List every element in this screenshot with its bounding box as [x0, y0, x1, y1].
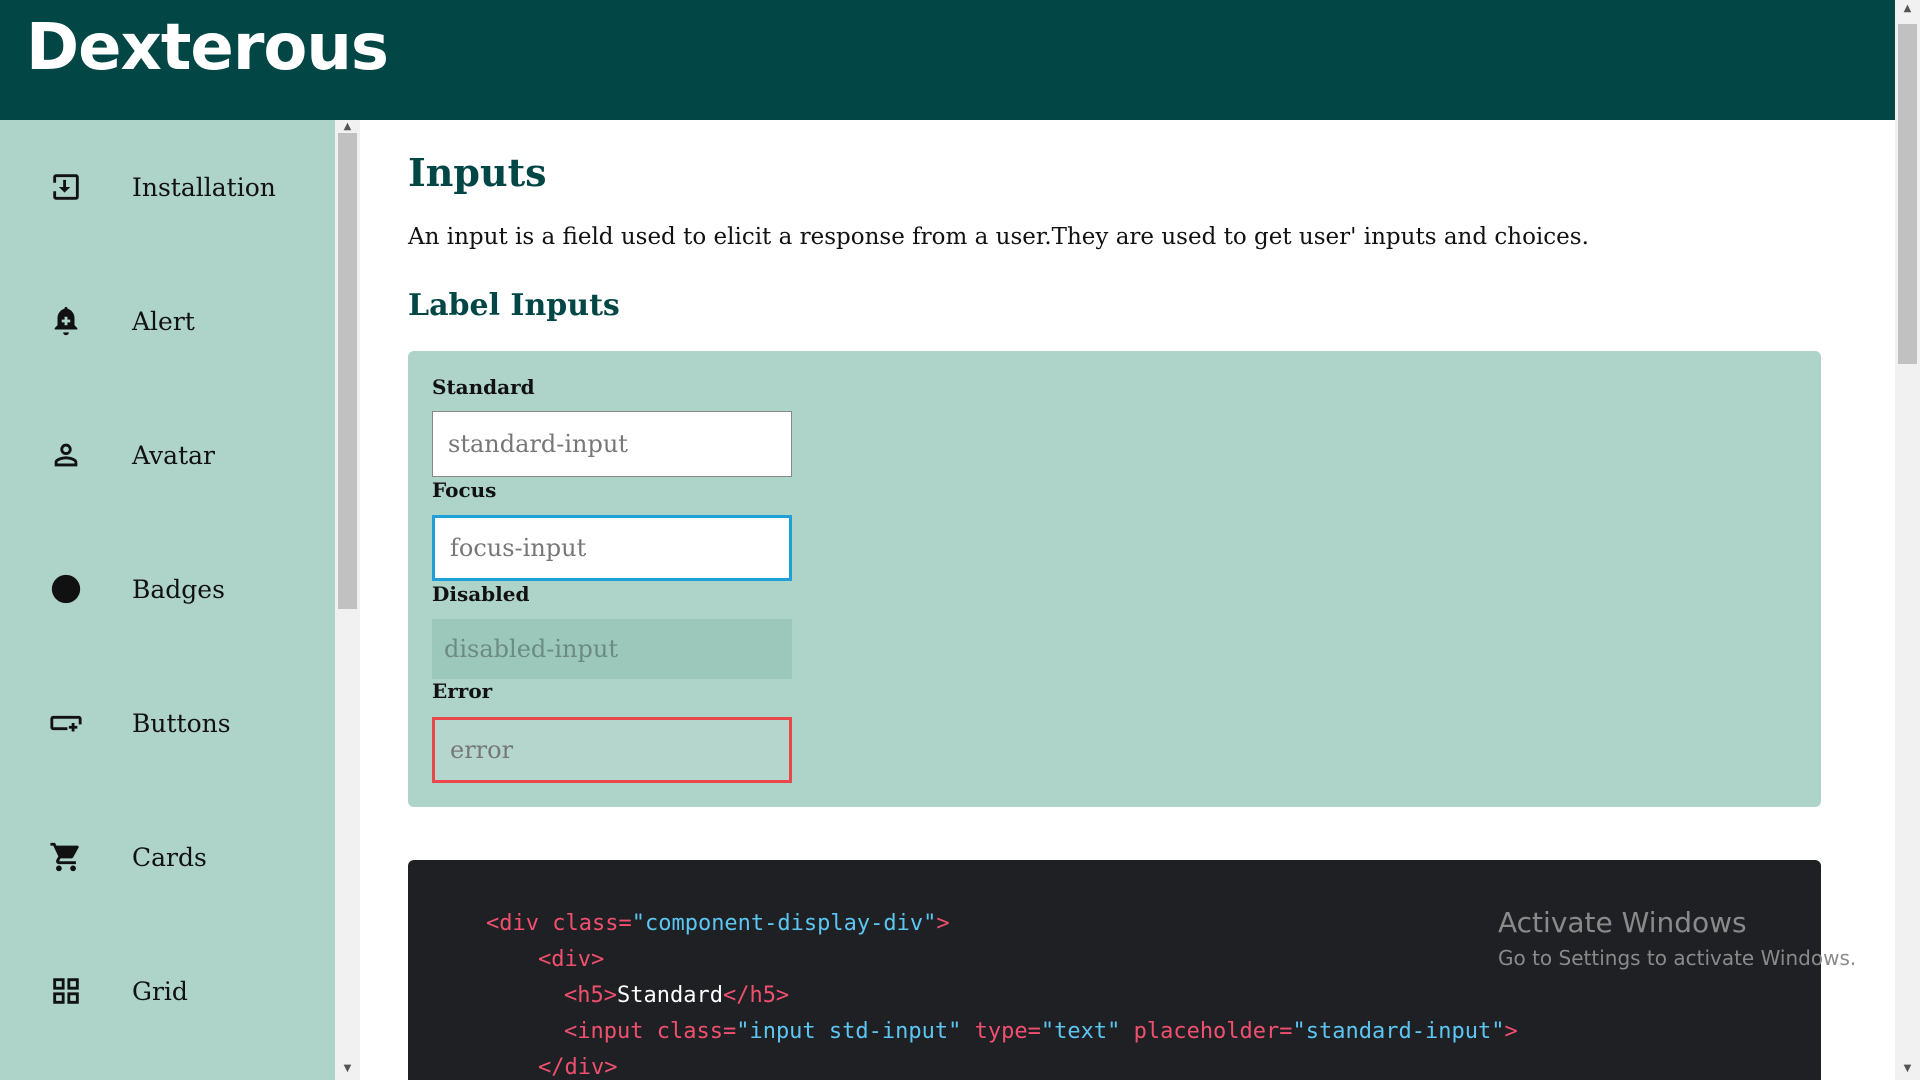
- focus-label: Focus: [432, 478, 497, 502]
- sidebar-item-cards[interactable]: Cards: [0, 790, 335, 924]
- grid-icon: [48, 973, 84, 1009]
- sidebar-item-buttons[interactable]: Buttons: [0, 656, 335, 790]
- component-display-panel: Standard Focus Disabled Error: [408, 351, 1821, 807]
- activate-windows-subtitle: Go to Settings to activate Windows.: [1498, 946, 1857, 970]
- circle-icon: [48, 571, 84, 607]
- sidebar-item-label: Buttons: [132, 708, 231, 738]
- error-input[interactable]: [432, 717, 792, 783]
- standard-input[interactable]: [432, 411, 792, 477]
- activate-windows-title: Activate Windows: [1498, 906, 1747, 939]
- page-scrollbar-thumb[interactable]: [1898, 24, 1917, 364]
- section-title: Label Inputs: [408, 288, 620, 323]
- code-line: </div>: [538, 1054, 617, 1080]
- sidebar-item-installation[interactable]: Installation: [0, 120, 335, 254]
- code-token: type=: [961, 1019, 1041, 1044]
- sidebar-item-grid[interactable]: Grid: [0, 924, 335, 1058]
- code-token: <div>: [538, 947, 605, 972]
- page-scroll-down-arrow-icon[interactable]: ▼: [1897, 1062, 1918, 1076]
- scroll-down-arrow-icon[interactable]: ▼: [337, 1062, 358, 1076]
- brand-logo[interactable]: Dexterous: [26, 8, 389, 88]
- scroll-up-arrow-icon[interactable]: ▲: [337, 120, 358, 134]
- button-icon: [48, 705, 84, 741]
- code-token: class=: [656, 1019, 737, 1044]
- sidebar-item-label: Installation: [132, 172, 276, 202]
- code-line: <h5>Standard</h5>: [564, 982, 789, 1010]
- disabled-input: [432, 619, 792, 679]
- code-token: "component-display-div": [631, 911, 937, 936]
- sidebar-scrollbar-thumb[interactable]: [338, 133, 357, 609]
- page-title: Inputs: [408, 150, 547, 195]
- standard-label: Standard: [432, 375, 535, 399]
- error-label: Error: [432, 679, 493, 703]
- sidebar-item-label: Cards: [132, 842, 207, 872]
- page-scroll-up-arrow-icon[interactable]: ▲: [1897, 2, 1918, 16]
- sidebar-item-label: Avatar: [132, 440, 215, 470]
- code-token: Standard: [616, 983, 723, 1008]
- code-token: </h5>: [722, 983, 790, 1008]
- sidebar: Installation Alert Avatar Badges Buttons…: [0, 120, 335, 1080]
- code-line: <div>: [538, 946, 604, 974]
- code-token: placeholder=: [1120, 1019, 1293, 1044]
- download-icon: [48, 169, 84, 205]
- code-token: </div>: [538, 1055, 618, 1080]
- person-icon: [48, 437, 84, 473]
- sidebar-item-avatar[interactable]: Avatar: [0, 388, 335, 522]
- sidebar-item-label: Badges: [132, 574, 225, 604]
- code-token: <h5>: [564, 983, 617, 1008]
- code-token: "input std-input": [736, 1019, 962, 1044]
- code-token: <input: [564, 1019, 657, 1044]
- code-token: <div: [486, 911, 553, 936]
- disabled-label: Disabled: [432, 582, 530, 606]
- code-line: <input class="input std-input" type="tex…: [564, 1018, 1518, 1046]
- code-line: <div class="component-display-div">: [486, 910, 950, 938]
- sidebar-item-label: Grid: [132, 976, 188, 1006]
- cart-icon: [48, 839, 84, 875]
- code-token: "text": [1040, 1019, 1121, 1044]
- code-token: >: [936, 911, 950, 936]
- code-token: class=: [552, 911, 632, 936]
- code-token: >: [1504, 1019, 1518, 1044]
- bell-add-icon: [48, 303, 84, 339]
- sidebar-item-alert[interactable]: Alert: [0, 254, 335, 388]
- sidebar-item-badges[interactable]: Badges: [0, 522, 335, 656]
- focus-input[interactable]: [432, 515, 792, 581]
- code-block: <div class="component-display-div"> <div…: [408, 860, 1821, 1080]
- code-token: "standard-input": [1292, 1019, 1505, 1044]
- sidebar-item-label: Alert: [132, 306, 195, 336]
- app-header: Dexterous: [0, 0, 1895, 120]
- page-description: An input is a field used to elicit a res…: [408, 224, 1589, 250]
